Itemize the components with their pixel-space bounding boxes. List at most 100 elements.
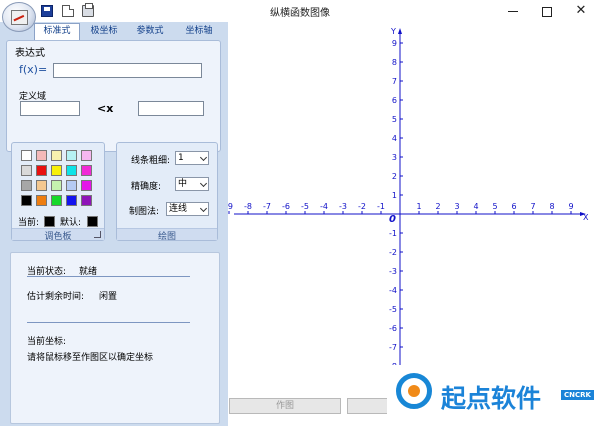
color-swatch[interactable] — [81, 165, 92, 176]
color-swatch[interactable] — [81, 180, 92, 191]
state-underline — [27, 276, 190, 277]
close-button[interactable]: ✕ — [566, 2, 596, 20]
x-tick-label: 6 — [511, 202, 516, 211]
color-swatch[interactable] — [36, 180, 47, 191]
color-swatch[interactable] — [51, 150, 62, 161]
tab-polar[interactable]: 极坐标 — [84, 23, 124, 39]
current-color-swatch[interactable] — [44, 216, 55, 227]
y-tick-label: -5 — [389, 305, 397, 314]
y-tick-label: 4 — [392, 134, 397, 143]
y-tick-label: -6 — [389, 324, 397, 333]
line-width-value: 1 — [178, 153, 184, 163]
x-tick-label: 8 — [549, 202, 554, 211]
origin-label: 0 — [389, 214, 396, 225]
color-swatch[interactable] — [21, 180, 32, 191]
x-tick-label: -3 — [339, 202, 347, 211]
y-tick-label: 6 — [392, 96, 397, 105]
color-swatch[interactable] — [66, 165, 77, 176]
color-swatch[interactable] — [51, 195, 62, 206]
watermark-text: 起点软件 — [441, 384, 542, 413]
x-tick-label: -1 — [377, 202, 385, 211]
fx-input[interactable] — [53, 63, 202, 78]
tab-axes[interactable]: 坐标轴 — [178, 23, 220, 39]
color-swatch[interactable] — [81, 195, 92, 206]
chevron-down-icon — [199, 179, 208, 188]
y-tick-label: -3 — [389, 267, 397, 276]
color-swatch[interactable] — [51, 180, 62, 191]
expression-group: 表达式 f(x)= 定义域 <x — [6, 40, 221, 152]
watermark-badge: CNCRK — [561, 390, 594, 400]
new-file-icon[interactable] — [62, 5, 74, 17]
x-tick-label: -8 — [244, 202, 252, 211]
draw-button[interactable]: 作图 — [229, 398, 341, 414]
palette-group: 当前: 默认: 调色板 — [11, 142, 105, 242]
domain-min-input[interactable] — [20, 101, 80, 116]
chevron-down-icon — [199, 204, 208, 213]
eta-underline — [27, 322, 190, 323]
x-tick-label: -6 — [282, 202, 290, 211]
x-tick-label: 9 — [568, 202, 573, 211]
line-width-label: 线条粗细: — [131, 156, 171, 166]
current-color-label: 当前: — [18, 218, 40, 228]
x-tick-label: -2 — [358, 202, 366, 211]
color-swatch[interactable] — [21, 150, 32, 161]
color-swatch[interactable] — [66, 150, 77, 161]
y-tick-label: 5 — [392, 115, 397, 124]
y-tick-label: -2 — [389, 248, 397, 257]
draw-title: 绘图 — [117, 228, 217, 242]
maximize-button[interactable] — [532, 2, 562, 20]
x-tick-label: 4 — [473, 202, 478, 211]
coord-label: 当前坐标: — [27, 337, 67, 347]
x-tick-label: 3 — [454, 202, 459, 211]
coord-hint: 请将鼠标移至作图区以确定坐标 — [27, 353, 154, 363]
watermark: 起点软件 CNCRK — [387, 365, 600, 426]
color-swatch[interactable] — [36, 150, 47, 161]
x-tick-label: -9 — [228, 202, 233, 211]
save-icon[interactable] — [41, 5, 53, 17]
x-tick-label: 2 — [435, 202, 440, 211]
domain-max-input[interactable] — [138, 101, 204, 116]
status-group: 当前状态: 就绪 估计剩余时间: 闲置 当前坐标: 请将鼠标移至作图区以确定坐标 — [10, 252, 220, 424]
color-swatch[interactable] — [21, 195, 32, 206]
y-axis-arrow — [398, 28, 402, 34]
tab-parametric[interactable]: 参数式 — [129, 23, 171, 39]
y-tick-label: 8 — [392, 58, 397, 67]
x-tick-label: -7 — [263, 202, 271, 211]
color-swatch[interactable] — [81, 150, 92, 161]
line-width-select[interactable]: 1 — [175, 151, 209, 165]
color-swatch[interactable] — [36, 195, 47, 206]
method-label: 制图法: — [129, 207, 160, 217]
minimize-button[interactable] — [498, 2, 528, 20]
precision-label: 精确度: — [131, 182, 162, 192]
method-select[interactable]: 连线 — [166, 202, 209, 216]
color-swatch[interactable] — [36, 165, 47, 176]
print-icon[interactable] — [82, 3, 94, 17]
y-tick-label: 9 — [392, 39, 397, 48]
method-value: 连线 — [169, 204, 188, 214]
secondary-button[interactable] — [347, 398, 389, 414]
y-tick-label: -4 — [389, 286, 397, 295]
x-tick-label: -4 — [320, 202, 328, 211]
color-swatch[interactable] — [21, 165, 32, 176]
x-axis-label: X — [583, 213, 589, 222]
chevron-down-icon — [199, 153, 208, 162]
default-color-swatch[interactable] — [87, 216, 98, 227]
y-tick-label: 3 — [392, 153, 397, 162]
precision-select[interactable]: 中 — [175, 177, 209, 191]
color-swatch[interactable] — [66, 180, 77, 191]
x-tick-label: 7 — [530, 202, 535, 211]
y-tick-label: 7 — [392, 77, 397, 86]
color-swatch[interactable] — [66, 195, 77, 206]
y-axis-label: Y — [390, 27, 396, 36]
app-menu-icon[interactable] — [2, 2, 36, 32]
default-color-label: 默认: — [60, 218, 82, 228]
left-panel: 标准式 极坐标 参数式 坐标轴 表达式 f(x)= 定义域 <x 当前: 默认:… — [0, 22, 228, 426]
domain-lt-label: <x — [97, 102, 114, 115]
color-swatch[interactable] — [51, 165, 62, 176]
x-tick-label: -5 — [301, 202, 309, 211]
fx-label: f(x)= — [19, 63, 48, 76]
palette-title: 调色板 — [12, 228, 104, 242]
eta-value: 闲置 — [99, 292, 118, 302]
tab-standard[interactable]: 标准式 — [34, 23, 80, 40]
palette-launcher-icon[interactable] — [94, 231, 101, 238]
